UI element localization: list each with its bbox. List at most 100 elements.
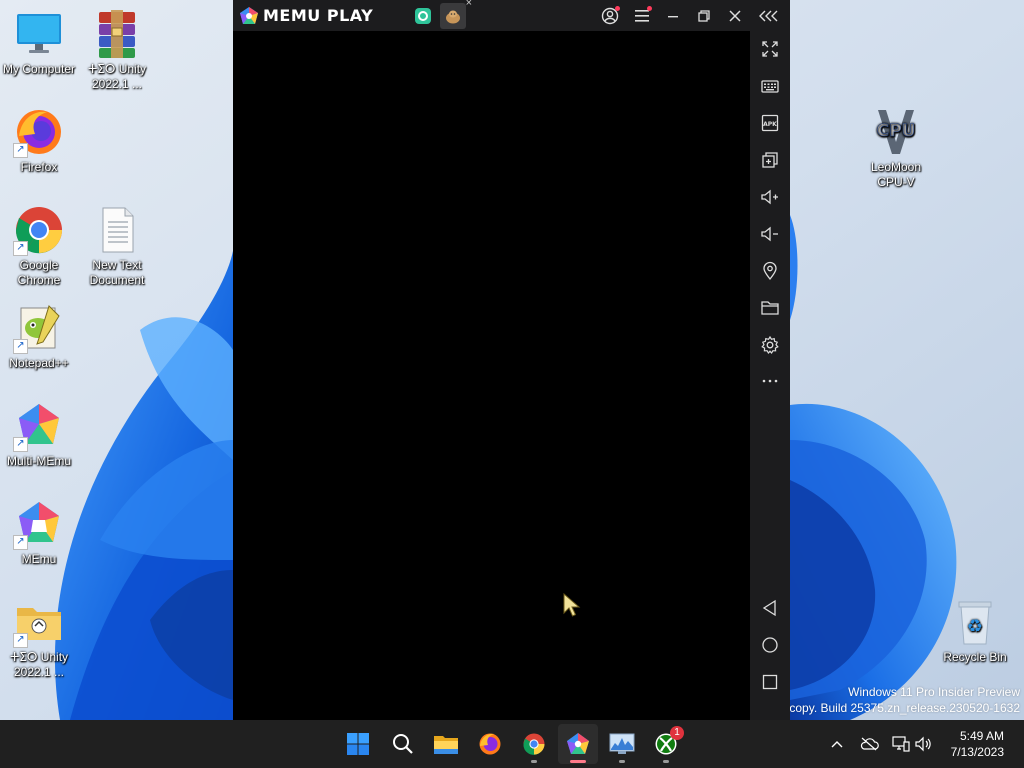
xbox-button[interactable]: 1	[646, 724, 686, 764]
minimize-button[interactable]	[660, 3, 686, 29]
shortcut-arrow-icon: ↗	[13, 339, 28, 354]
memu-sidebar: APK	[750, 31, 790, 720]
volume-icon	[915, 736, 931, 752]
shortcut-arrow-icon: ↗	[13, 143, 28, 158]
recents-icon	[762, 674, 778, 690]
notepadpp-icon: ↗	[13, 302, 65, 354]
search-button[interactable]	[383, 724, 423, 764]
desktop-icon-multi-memu[interactable]: ↗ Multi-MEmu	[0, 400, 79, 469]
notification-dot	[647, 6, 652, 11]
location-icon	[763, 261, 777, 281]
desktop-icon-recycle-bin[interactable]: ♻ Recycle Bin	[935, 596, 1015, 665]
shortcut-arrow-icon: ↗	[13, 241, 28, 256]
restore-button[interactable]	[691, 3, 717, 29]
close-button[interactable]	[722, 3, 748, 29]
apk-install-icon: APK	[761, 114, 779, 132]
close-icon	[729, 10, 741, 22]
account-button[interactable]	[597, 3, 623, 29]
notification-dot	[615, 6, 620, 11]
cpu-v-icon: CPU	[870, 106, 922, 158]
home-app-icon	[415, 8, 431, 24]
start-icon	[347, 733, 369, 755]
cpu-badge-text: CPU	[877, 121, 916, 141]
volume-up-icon	[761, 189, 778, 205]
home-icon	[762, 637, 778, 653]
memu-window: MEMU PLAY × APK	[233, 0, 790, 720]
minimize-icon	[668, 16, 678, 18]
settings-icon	[761, 335, 779, 355]
multi-instance-button[interactable]	[758, 148, 782, 172]
show-hidden-icons-button[interactable]	[826, 720, 848, 768]
file-explorer-button[interactable]	[426, 724, 466, 764]
desktop-icon-new-text-document[interactable]: New Text Document	[77, 204, 157, 288]
android-home-button[interactable]	[758, 633, 782, 657]
network-icon	[892, 736, 910, 752]
shortcut-arrow-icon: ↗	[13, 633, 28, 648]
taskbar: 1 5:49 AM 7/13/2023	[0, 720, 1024, 768]
desktop-icon-google-chrome[interactable]: ↗ Google Chrome	[0, 204, 79, 288]
firefox-icon: ↗	[13, 106, 65, 158]
menu-button[interactable]	[629, 3, 655, 29]
start-button[interactable]	[338, 724, 378, 764]
volume-up-button[interactable]	[758, 185, 782, 209]
desktop-icon-notepadpp[interactable]: ↗ Notepad++	[0, 302, 79, 371]
mouse-cursor-icon	[563, 593, 581, 617]
svg-text:APK: APK	[763, 121, 777, 128]
search-icon	[393, 734, 413, 754]
keyboard-mapping-button[interactable]	[758, 74, 782, 98]
desktop-icon-firefox[interactable]: ↗ Firefox	[0, 106, 79, 175]
desktop-icon-memu[interactable]: ↗ MEmu	[0, 498, 79, 567]
volume-down-icon	[761, 226, 778, 242]
firefox-icon	[479, 733, 501, 755]
running-indicator	[663, 760, 669, 763]
running-indicator	[531, 760, 537, 763]
onedrive-button[interactable]	[857, 720, 881, 768]
network-button[interactable]	[889, 720, 913, 768]
shortcut-arrow-icon: ↗	[13, 535, 28, 550]
menu-icon	[635, 10, 649, 22]
back-icon	[762, 599, 776, 617]
performance-monitor-button[interactable]	[602, 724, 642, 764]
fullscreen-button[interactable]	[758, 37, 782, 61]
volume-down-button[interactable]	[758, 222, 782, 246]
recycle-bin-icon: ♻	[949, 596, 1001, 648]
android-recents-button[interactable]	[758, 670, 782, 694]
volume-button[interactable]	[913, 720, 935, 768]
shortcut-arrow-icon: ↗	[13, 437, 28, 452]
fullscreen-icon	[762, 41, 778, 57]
performance-monitor-icon	[609, 733, 635, 754]
settings-button[interactable]	[758, 333, 782, 357]
memu-titlebar[interactable]: MEMU PLAY ×	[233, 0, 790, 31]
active-indicator	[570, 760, 586, 763]
desktop-icon-unity-archive[interactable]: ⵜⵉⵔ Unity 2022.1 ...	[77, 8, 157, 92]
memu-home-tab[interactable]	[410, 3, 436, 29]
memu-logo: MEMU PLAY	[239, 6, 373, 26]
tab-close-icon[interactable]: ×	[466, 0, 472, 9]
collapse-sidebar-icon	[759, 10, 778, 22]
shared-folder-button[interactable]	[758, 296, 782, 320]
apk-install-button[interactable]: APK	[758, 111, 782, 135]
desktop-icon-my-computer[interactable]: My Computer	[0, 8, 79, 77]
windows-watermark: Windows 11 Pro Insider Preview n copy. B…	[779, 684, 1020, 716]
clock[interactable]: 5:49 AM 7/13/2023	[951, 728, 1004, 760]
running-app-tab[interactable]: ×	[440, 0, 472, 29]
android-back-button[interactable]	[758, 596, 782, 620]
desktop-icon-unity-folder[interactable]: ↗ ⵜⵉⵔ Unity 2022.1 ...	[0, 596, 79, 680]
firefox-taskbar-button[interactable]	[470, 724, 510, 764]
chrome-taskbar-button[interactable]	[514, 724, 554, 764]
desktop-icon-leomoon-cpu-v[interactable]: CPU LeoMoon CPU-V	[856, 106, 936, 190]
multi-instance-icon	[762, 152, 778, 168]
chevron-up-icon	[831, 741, 843, 748]
memu-brand-text: MEMU PLAY	[263, 6, 374, 25]
location-button[interactable]	[758, 259, 782, 283]
chrome-icon: ↗	[13, 204, 65, 256]
memu-taskbar-button[interactable]	[558, 724, 598, 764]
more-button[interactable]	[758, 369, 782, 393]
collapse-sidebar-button[interactable]	[756, 3, 782, 29]
android-screen[interactable]	[233, 31, 750, 720]
memu-logo-icon	[240, 6, 258, 24]
xbox-notification-badge: 1	[670, 726, 684, 740]
folder-icon: ↗	[13, 596, 65, 648]
clock-date: 7/13/2023	[950, 745, 1004, 759]
watermark-line-2: n copy. Build 25375.zn_release.230520-16…	[779, 701, 1020, 715]
